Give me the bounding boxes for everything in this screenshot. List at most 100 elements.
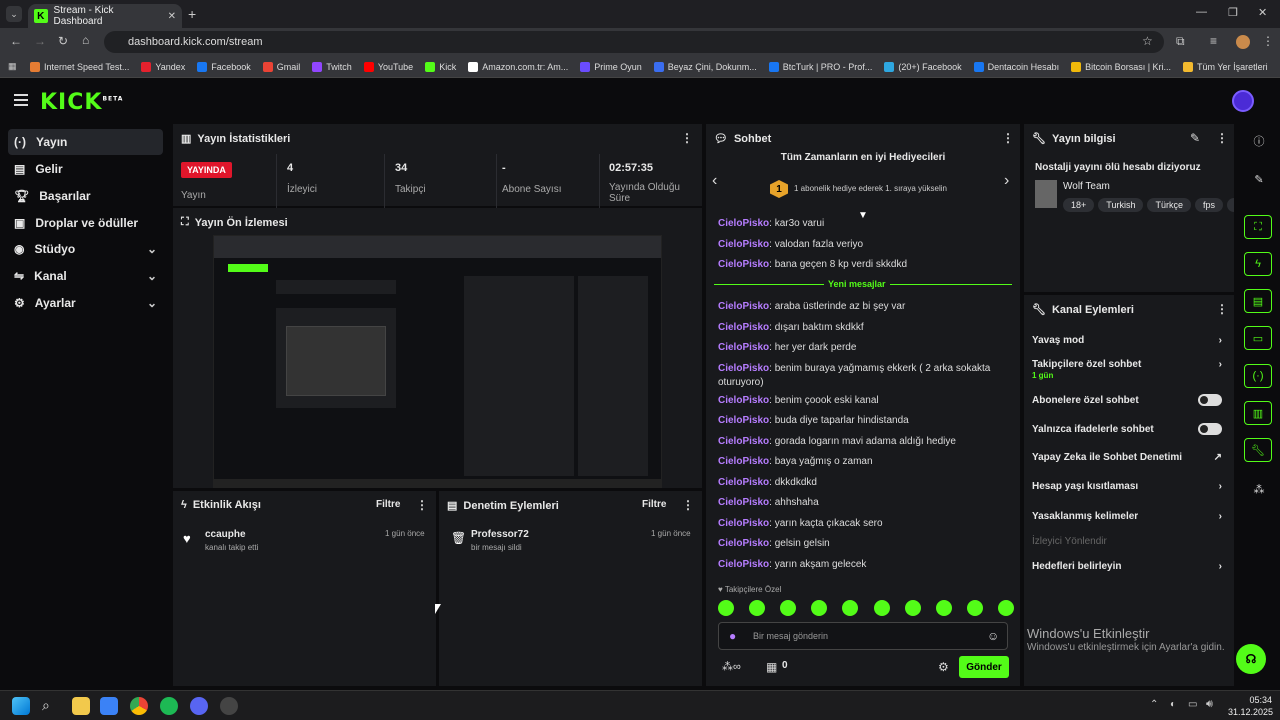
bookmark-item[interactable]: Twitch — [312, 61, 352, 72]
tag-chip[interactable]: fps — [1194, 198, 1223, 212]
file-explorer-icon[interactable] — [72, 697, 90, 715]
bookmark-item[interactable]: Gmail — [262, 61, 300, 72]
followers-chat-row[interactable]: Takipçilere özel sohbet 1 gün › — [1032, 359, 1222, 381]
emote-icon[interactable] — [966, 600, 983, 616]
chat-username[interactable]: CieloPisko — [718, 456, 769, 467]
age-restriction-row[interactable]: Hesap yaşı kısıtlaması › — [1032, 481, 1222, 492]
channel-actions-menu-icon[interactable]: ⋮ — [1216, 302, 1228, 316]
chat-username[interactable]: CieloPisko — [718, 538, 769, 549]
chat-input[interactable]: ● Bir mesaj gönderin ☺ — [718, 622, 1008, 650]
chat-settings-icon[interactable]: ⚙︎ — [938, 660, 949, 674]
forward-icon[interactable]: → — [34, 34, 46, 48]
store-icon[interactable]: ▦ — [766, 660, 777, 674]
moderation-filter-button[interactable]: Filtre — [642, 499, 666, 510]
minimize-icon[interactable]: — — [1196, 6, 1207, 18]
subs-chat-row[interactable]: Abonelere özel sohbet — [1032, 394, 1222, 406]
gifters-prev-icon[interactable]: ‹ — [712, 172, 717, 190]
sidebar-item-yayin[interactable]: (·) Yayın — [8, 129, 163, 155]
bookmark-item[interactable]: Internet Speed Test... — [30, 61, 129, 72]
bookmark-item[interactable]: Beyaz Çini, Dokunm... — [653, 61, 757, 72]
chat-message[interactable]: CieloPisko: benim buraya yağmamış ekkerk… — [718, 362, 1008, 390]
browser-tab[interactable]: K Stream - Kick Dashboard ✕ — [28, 4, 182, 28]
gifters-next-icon[interactable]: › — [1004, 172, 1009, 190]
chat-username[interactable]: CieloPisko — [718, 363, 769, 374]
emote-icon[interactable] — [904, 600, 921, 616]
emote-icon[interactable] — [873, 600, 890, 616]
browser-menu-icon[interactable]: ⋮ — [1262, 34, 1274, 48]
channel-actions-toggle-button[interactable]: 🔧︎ — [1244, 438, 1272, 462]
chat-username[interactable]: CieloPisko — [718, 518, 769, 529]
bookmark-item[interactable]: Tüm Yer İşaretleri — [1183, 61, 1268, 72]
network-icon[interactable]: ▭ — [1188, 699, 1197, 710]
search-icon[interactable]: ⌕ — [42, 697, 60, 715]
broadcast-toggle-button[interactable]: (·) — [1244, 364, 1272, 388]
goals-row[interactable]: Hedefleri belirleyin › — [1032, 561, 1222, 572]
chat-message[interactable]: CieloPisko: buda diye taparlar hindistan… — [718, 414, 1008, 428]
bookmark-star-icon[interactable]: ☆ — [1142, 34, 1153, 48]
emoji-picker-icon[interactable]: ☺ — [987, 629, 999, 643]
clock[interactable]: 05:34 31.12.2025 — [1228, 694, 1273, 718]
tab-search-icon[interactable]: ⌄ — [6, 6, 22, 22]
stats-menu-icon[interactable]: ⋮ — [681, 131, 693, 145]
activity-menu-icon[interactable]: ⋮ — [416, 498, 428, 512]
send-button[interactable]: Gönder — [959, 656, 1009, 678]
chat-message[interactable]: CieloPisko: valodan fazla veriyo — [718, 238, 1008, 252]
subs-chat-toggle[interactable] — [1198, 394, 1222, 406]
tag-chip[interactable]: Türkçe — [1147, 198, 1191, 212]
chat-message[interactable]: CieloPisko: ahhshaha — [718, 496, 1008, 510]
layout-icon[interactable]: ⁂ — [1250, 480, 1268, 498]
bookmark-item[interactable]: BtcTurk | PRO - Prof... — [768, 61, 872, 72]
microphone-icon[interactable]: ● — [729, 629, 736, 643]
chat-username[interactable]: CieloPisko — [718, 477, 769, 488]
tray-chevron-icon[interactable]: ⌃ — [1150, 699, 1158, 710]
bookmark-item[interactable]: Facebook — [197, 61, 251, 72]
info-icon[interactable]: ⓘ — [1250, 132, 1268, 150]
chat-username[interactable]: CieloPisko — [718, 559, 769, 570]
chat-username[interactable]: CieloPisko — [718, 301, 769, 312]
emote-icon[interactable] — [780, 600, 797, 616]
steam-icon[interactable] — [220, 697, 238, 715]
extensions-icon[interactable]: ⧉ — [1176, 34, 1185, 49]
chat-message[interactable]: CieloPisko: gelsin gelsin — [718, 537, 1008, 551]
kick-logo[interactable]: KICKBETA — [40, 90, 123, 115]
chat-username[interactable]: CieloPisko — [718, 342, 769, 353]
tag-chip[interactable]: 18+ — [1063, 198, 1095, 212]
chrome-icon[interactable] — [130, 697, 148, 715]
moderation-menu-icon[interactable]: ⋮ — [682, 498, 694, 512]
chat-message[interactable]: CieloPisko: bana geçen 8 kp verdi skkdkd — [718, 258, 1008, 272]
points-infinity-icon[interactable]: ⁂∞ — [722, 660, 741, 673]
chat-username[interactable]: CieloPisko — [718, 322, 769, 333]
chat-username[interactable]: CieloPisko — [718, 436, 769, 447]
discord-icon[interactable] — [190, 697, 208, 715]
bookmark-item[interactable]: (20+) Facebook — [884, 61, 962, 72]
reload-icon[interactable]: ↻ — [58, 34, 68, 48]
bookmark-item[interactable]: Kick — [425, 61, 456, 72]
maximize-icon[interactable]: ❐ — [1228, 6, 1238, 19]
apps-grid-icon[interactable]: ▦ — [8, 61, 17, 72]
help-support-button[interactable]: ☊ — [1236, 644, 1266, 674]
chat-message[interactable]: CieloPisko: yarın kaçta çıkacak sero — [718, 517, 1008, 531]
hamburger-menu-icon[interactable] — [14, 94, 28, 96]
edit-icon[interactable]: ✎ — [1250, 170, 1268, 188]
tag-chip[interactable]: fun — [1226, 198, 1234, 212]
emote-icon[interactable] — [935, 600, 952, 616]
chat-username[interactable]: CieloPisko — [718, 239, 769, 250]
activity-filter-button[interactable]: Filtre — [376, 499, 400, 510]
bookmark-item[interactable]: Bitcoin Borsası | Kri... — [1071, 61, 1171, 72]
stream-info-menu-icon[interactable]: ⋮ — [1216, 131, 1228, 145]
emote-icon[interactable] — [718, 600, 734, 616]
sidebar-item-ayarlar[interactable]: ⚙︎ Ayarlar ⌄ — [8, 290, 163, 316]
chat-message[interactable]: CieloPisko: baya yağmış o zaman — [718, 455, 1008, 469]
store-app-icon[interactable] — [100, 697, 118, 715]
chat-message[interactable]: CieloPisko: her yer dark perde — [718, 341, 1008, 355]
back-icon[interactable]: ← — [10, 34, 22, 48]
edit-pencil-icon[interactable]: ✎ — [1190, 131, 1200, 145]
chat-username[interactable]: CieloPisko — [718, 259, 769, 270]
reading-list-icon[interactable]: ≡ — [1210, 34, 1217, 48]
bookmark-item[interactable]: Amazon.com.tr: Am... — [468, 61, 568, 72]
sidebar-item-gelir[interactable]: ▤ Gelir — [8, 156, 163, 182]
chat-toggle-button[interactable]: ▭ — [1244, 326, 1272, 350]
bookmark-item[interactable]: Yandex — [141, 61, 185, 72]
windows-start-icon[interactable] — [12, 697, 30, 715]
chat-username[interactable]: CieloPisko — [718, 415, 769, 426]
